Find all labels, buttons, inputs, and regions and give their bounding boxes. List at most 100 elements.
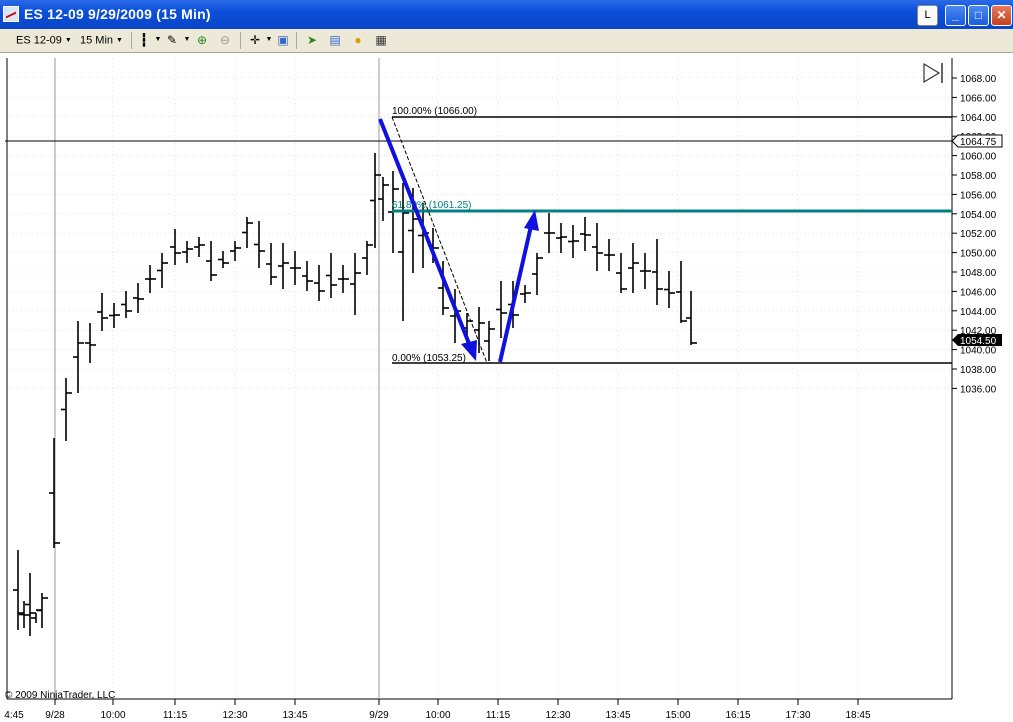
price-bar [676,261,687,323]
price-bar [484,321,495,361]
interval-label: 15 Min [80,34,114,47]
time-label: 12:30 [222,710,247,721]
interval-selector[interactable]: 15 Min ▼ [80,29,123,52]
price-bar [49,438,60,548]
price-bar [25,573,36,636]
price-bar [628,243,639,293]
chart-trader-icon[interactable]: ▦ [374,33,388,47]
price-bar [640,253,651,289]
price-bar [496,281,507,338]
price-label: 1054.00 [960,210,997,221]
price-label: 1050.00 [960,249,997,260]
price-label: 1058.00 [960,171,997,182]
price-chart[interactable]: 100.00% (1066.00) 61.80% (1061.25) 0.00%… [0,53,1013,722]
price-bar [686,291,697,345]
crosshair-icon[interactable]: ✛ [248,33,262,47]
data-box-icon[interactable]: ▣ [276,33,290,47]
price-bar [568,225,579,258]
price-bar [362,241,373,275]
price-bar [532,253,543,295]
zoom-in-icon[interactable]: ⊕ [195,33,209,47]
instrument-label: ES 12-09 [16,34,62,47]
chevron-down-icon[interactable]: ▼ [262,33,276,47]
time-label: 9/28 [45,710,65,721]
play-end-icon[interactable] [923,62,943,84]
price-bar [133,283,144,313]
drawing-pencil-icon[interactable]: ✎ [165,33,179,47]
fib-100-label: 100.00% (1066.00) [392,106,477,117]
zoom-out-icon[interactable]: ⊖ [218,33,232,47]
price-bar [157,253,168,288]
price-bar [338,265,349,293]
price-label: 1066.00 [960,93,997,104]
price-bar [592,223,603,271]
price-bar [218,251,229,268]
chevron-down-icon: ▼ [64,37,72,44]
strategy-icon[interactable]: ➤ [305,33,319,47]
price-bar [31,609,42,623]
price-bar [170,229,181,265]
price-bar [182,241,193,263]
time-label: 16:15 [725,710,750,721]
price-label: 1038.00 [960,365,997,376]
toolbar-divider [131,32,132,49]
price-bar [145,265,156,293]
price-bar [242,217,253,248]
price-label: 1036.00 [960,384,997,395]
chart-app-icon [3,6,19,22]
minimize-button[interactable]: _ [945,5,966,26]
last-price-text: 1054.50 [960,336,997,347]
time-label: 13:45 [282,710,307,721]
maximize-button[interactable]: □ [968,5,989,26]
price-bar [85,323,96,363]
crosshair-price-tag: 1064.75 [951,134,1003,148]
price-bar [604,239,615,271]
chevron-down-icon[interactable]: ▼ [151,33,165,47]
time-label: 12:30 [545,710,570,721]
price-bar [290,251,301,285]
chart-grid [8,59,951,698]
price-bar [97,293,108,331]
price-bar [194,237,205,257]
chevron-down-icon: ▼ [116,37,123,44]
price-bar [278,243,289,289]
time-label: 10:00 [100,710,125,721]
close-button[interactable]: ✕ [991,5,1012,26]
time-label: 18:45 [845,710,870,721]
copyright-text: © 2009 NinjaTrader, LLC [5,690,115,701]
price-axis-labels: 1068.001066.001064.001062.001060.001058.… [952,74,997,395]
title-bar: ES 12-09 9/29/2009 (15 Min) L _ □ ✕ [0,0,1013,29]
price-bar [254,221,265,268]
price-label: 1068.00 [960,74,997,85]
price-bar [664,271,675,308]
price-label: 1052.00 [960,229,997,240]
fib-anchor-line[interactable] [391,116,488,364]
properties-coin-icon[interactable]: ● [351,33,365,47]
price-bar [652,239,663,305]
price-bar [580,217,591,251]
chart-toolbar: ES 12-09 ▼ 15 Min ▼ ┇ ▼ ✎ ▼ ⊕ ⊖ ✛ ▼ ▣ ➤ ▤ … [0,29,1013,53]
price-label: 1046.00 [960,287,997,298]
price-bar [544,213,555,253]
bar-type-icon[interactable]: ┇ [137,33,151,47]
price-bar [206,241,217,281]
fib-0-label: 0.00% (1053.25) [392,353,466,364]
price-bar [266,243,277,285]
price-bar [350,253,361,315]
price-bar [520,285,531,303]
instrument-selector[interactable]: ES 12-09 ▼ [16,29,72,52]
price-label: 1048.00 [960,268,997,279]
price-label: 1056.00 [960,190,997,201]
link-button[interactable]: L [917,5,938,26]
time-label: 17:30 [785,710,810,721]
indicators-icon[interactable]: ▤ [328,33,342,47]
up-arrow[interactable] [498,210,539,363]
price-label: 1060.00 [960,152,997,163]
chevron-down-icon[interactable]: ▼ [180,33,194,47]
price-bar [378,177,389,221]
price-bar [73,321,84,393]
price-label: 1044.00 [960,307,997,318]
time-label: 4:45 [4,710,24,721]
price-bar [314,265,325,301]
price-bar [326,253,337,298]
